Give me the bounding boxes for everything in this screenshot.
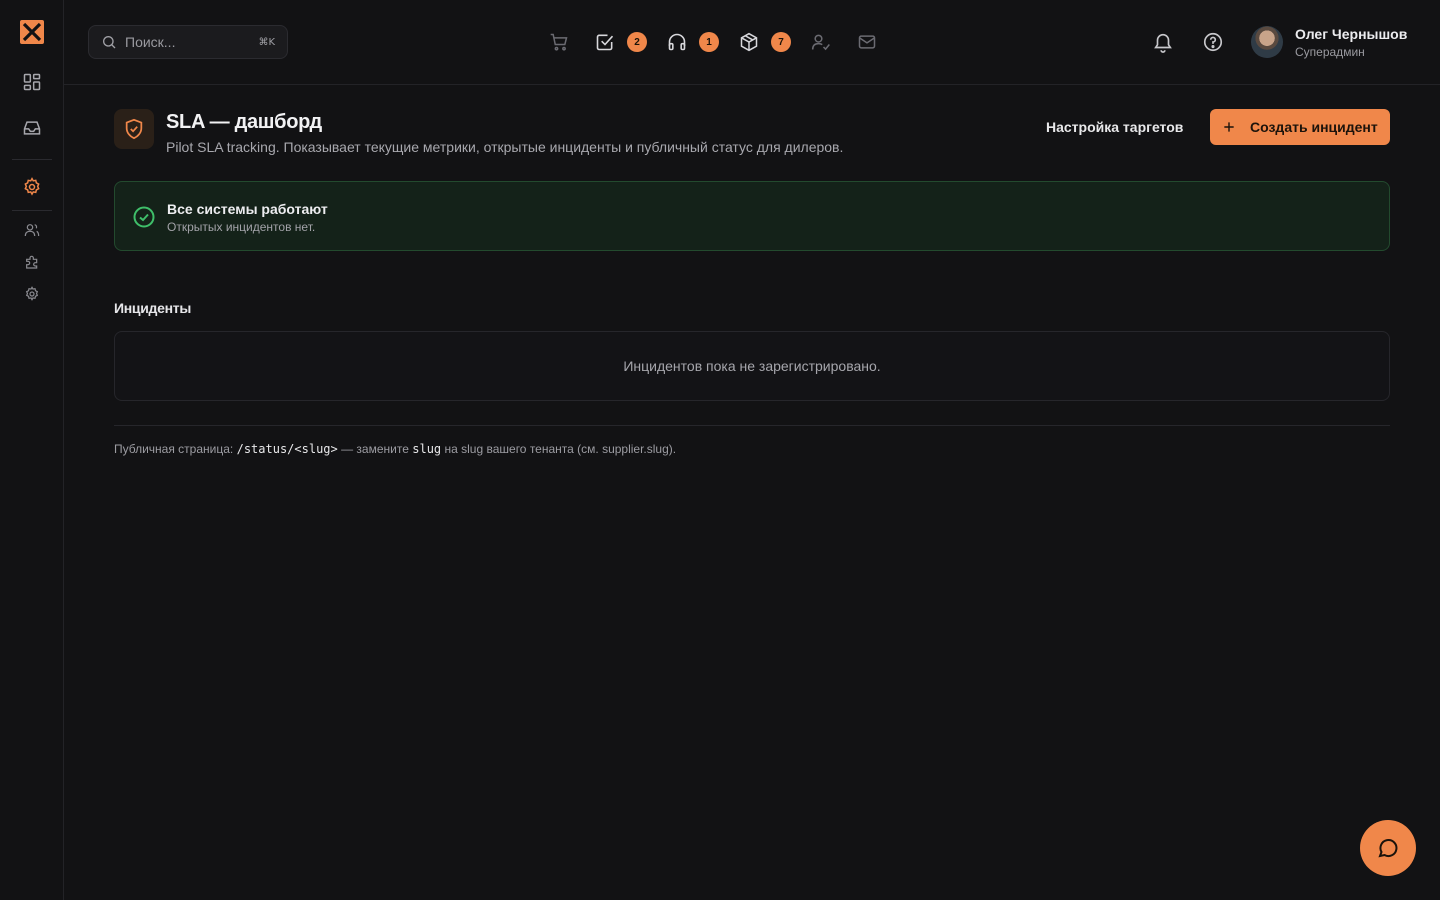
incidents-empty-state: Инцидентов пока не зарегистрировано. — [114, 331, 1390, 401]
chat-button[interactable] — [1360, 820, 1416, 876]
create-incident-button[interactable]: Создать инцидент — [1210, 109, 1390, 145]
checkbox-icon[interactable] — [593, 30, 617, 54]
create-incident-label: Создать инцидент — [1250, 119, 1378, 135]
slug-word: slug — [412, 442, 442, 456]
incidents-empty-text: Инцидентов пока не зарегистрировано. — [623, 358, 881, 374]
avatar[interactable] — [1251, 26, 1283, 58]
dashboard-grid-icon[interactable] — [20, 70, 44, 94]
sidebar-divider — [12, 159, 52, 160]
plus-icon — [1222, 120, 1236, 134]
users-icon[interactable] — [22, 220, 42, 240]
configure-targets-button[interactable]: Настройка таргетов — [1034, 109, 1195, 145]
help-circle-icon[interactable] — [1200, 29, 1226, 55]
check-circle-icon — [132, 205, 156, 229]
top-bar: Поиск... ⌘K 2 1 7 Олег Чернышов Суперадм… — [64, 0, 1440, 85]
system-status-card: Все системы работают Открытых инцидентов… — [114, 181, 1390, 251]
incidents-section-title: Инциденты — [114, 300, 191, 316]
shipments-count-badge: 7 — [771, 32, 791, 52]
package-icon[interactable] — [737, 30, 761, 54]
cog-icon[interactable] — [22, 284, 42, 304]
mail-icon[interactable] — [855, 30, 879, 54]
user-check-icon[interactable] — [809, 30, 833, 54]
search-placeholder: Поиск... — [125, 34, 176, 50]
public-page-path: /status/<slug> — [236, 442, 338, 456]
app-logo-icon[interactable] — [19, 19, 45, 45]
page-subtitle: Pilot SLA tracking. Показывает текущие м… — [166, 139, 844, 155]
user-role: Суперадмин — [1295, 45, 1365, 59]
footer-divider — [114, 425, 1390, 426]
public-page-note: Публичная страница: /status/<slug> — зам… — [114, 442, 676, 456]
status-subtitle: Открытых инцидентов нет. — [167, 220, 316, 234]
page-title: SLA — дашборд — [166, 111, 322, 133]
tasks-count-badge: 2 — [627, 32, 647, 52]
cart-icon[interactable] — [547, 30, 571, 54]
public-page-prefix: Публичная страница: — [114, 442, 234, 456]
bell-icon[interactable] — [1150, 29, 1176, 55]
search-input[interactable]: Поиск... ⌘K — [88, 25, 288, 59]
public-page-suffix: на slug вашего тенанта (см. supplier.slu… — [444, 442, 677, 456]
search-icon — [101, 34, 117, 50]
headphones-icon[interactable] — [665, 30, 689, 54]
shield-check-icon — [114, 109, 154, 149]
settings-gear-icon[interactable] — [20, 175, 44, 199]
puzzle-icon[interactable] — [22, 252, 42, 272]
chat-bubble-icon — [1376, 836, 1400, 860]
sidebar-divider — [12, 210, 52, 211]
search-shortcut-hint: ⌘K — [258, 36, 275, 48]
support-count-badge: 1 — [699, 32, 719, 52]
status-title: Все системы работают — [167, 201, 328, 217]
public-page-middle: — замените — [341, 442, 409, 456]
sidebar — [0, 0, 64, 900]
user-name: Олег Чернышов — [1295, 26, 1408, 42]
inbox-icon[interactable] — [20, 116, 44, 140]
